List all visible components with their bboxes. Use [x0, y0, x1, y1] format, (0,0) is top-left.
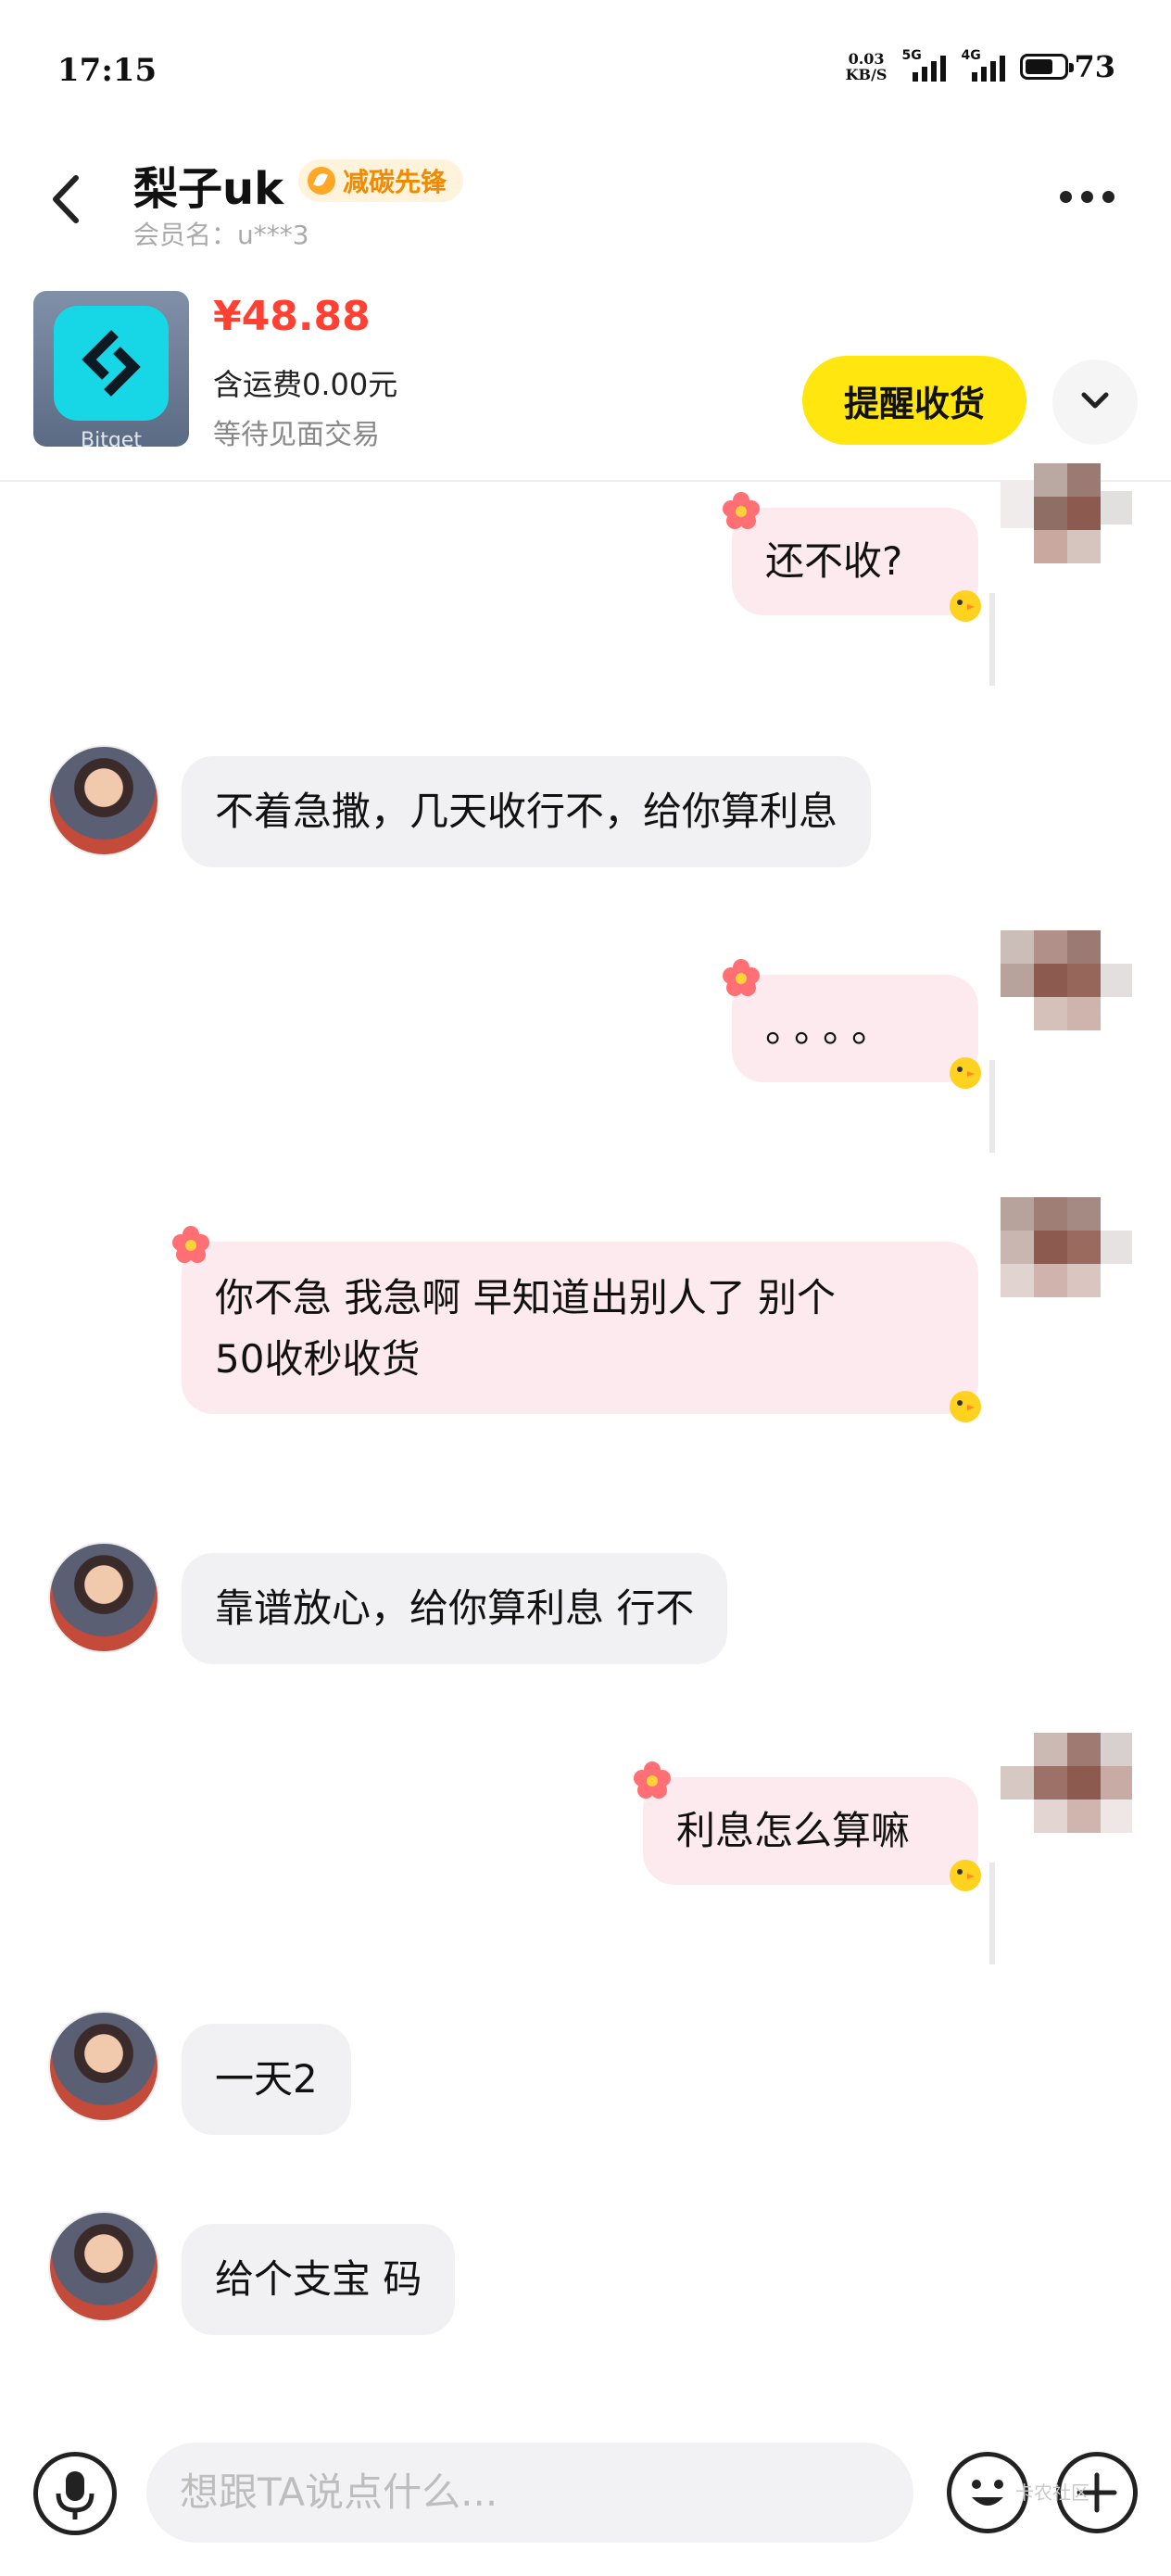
message-text-line: 50收秒收货 [215, 1336, 421, 1382]
message-bubble-mine[interactable]: 还不收? [732, 508, 978, 615]
message-bubble-mine[interactable]: 。。。。 [732, 975, 978, 1082]
my-avatar[interactable] [997, 463, 1136, 602]
chick-icon [945, 1853, 986, 1894]
leaf-icon [308, 167, 335, 195]
shipping-fee: 含运费0.00元 [213, 367, 398, 402]
status-icons: 0.03 KB/S 5G 4G 73 [846, 48, 1115, 85]
member-name: 会员名：u***3 [133, 220, 309, 250]
message-text: 还不收? [765, 538, 903, 584]
chevron-down-icon [1081, 392, 1109, 409]
signal-4g-icon: 4G [961, 48, 1006, 85]
battery-indicator: 73 [1020, 49, 1115, 84]
message-input[interactable]: 想跟TA说点什么... [146, 2443, 913, 2543]
signal-5g-icon: 5G [901, 48, 947, 85]
product-price: ¥48.88 [213, 293, 371, 340]
status-time: 17:15 [57, 52, 157, 89]
message-text: 。。。。 [765, 1005, 900, 1051]
chat-screen: 17:15 0.03 KB/S 5G 4G 73 梨子uk 减碳先锋 会员名：u… [0, 0, 1171, 2576]
thumb-label: Bitget [81, 429, 142, 447]
back-arrow-icon[interactable] [44, 167, 91, 232]
remind-receipt-button[interactable]: 提醒收货 [802, 356, 1026, 445]
my-avatar[interactable] [997, 930, 1136, 1069]
message-bubble-mine[interactable]: 你不急 我急啊 早知道出别人了 别个 50收秒收货 [182, 1242, 978, 1414]
message-bubble-theirs[interactable]: 靠谱放心，给你算利息 行不 [182, 1553, 728, 1664]
eco-badge[interactable]: 减碳先锋 [298, 159, 464, 202]
message-text: 利息怎么算嘛 [676, 1808, 911, 1853]
message-bubble-theirs[interactable]: 一天2 [182, 2024, 351, 2135]
contact-avatar[interactable] [48, 2211, 159, 2322]
badge-label: 减碳先锋 [343, 167, 447, 197]
message-text: 给个支宝 码 [215, 2256, 422, 2302]
chick-icon [945, 1051, 986, 1092]
battery-level: 73 [1074, 49, 1115, 84]
flower-icon [721, 958, 762, 999]
chick-icon [945, 1384, 986, 1425]
input-bar: 想跟TA说点什么... [0, 2428, 1171, 2576]
contact-avatar[interactable] [48, 2011, 159, 2122]
flower-icon [632, 1761, 673, 1801]
flower-icon [721, 491, 762, 532]
chick-icon [945, 584, 986, 625]
watermark: 卡农社区 [1015, 2481, 1089, 2504]
message-text: 一天2 [215, 2056, 318, 2102]
more-icon[interactable] [1060, 185, 1127, 208]
network-speed: 0.03 KB/S [846, 51, 888, 82]
flower-icon [170, 1225, 211, 1266]
contact-avatar[interactable] [48, 1542, 159, 1653]
message-bubble-theirs[interactable]: 给个支宝 码 [182, 2224, 456, 2335]
product-thumbnail[interactable]: Bitget [33, 291, 189, 447]
speed-unit: KB/S [845, 66, 888, 83]
speed-value: 0.03 [848, 50, 885, 68]
expand-button[interactable] [1052, 360, 1138, 445]
message-text-line: 你不急 我急啊 早知道出别人了 别个 [215, 1275, 837, 1320]
my-avatar[interactable] [997, 1197, 1136, 1336]
microphone-icon[interactable] [33, 2452, 117, 2535]
message-bubble-mine[interactable]: 利息怎么算嘛 [643, 1777, 978, 1885]
message-text: 不着急撒，几天收行不，给你算利息 [215, 789, 838, 834]
contact-avatar[interactable] [48, 745, 159, 856]
status-bar: 17:15 0.03 KB/S 5G 4G 73 [0, 0, 1171, 139]
chat-header: 梨子uk 减碳先锋 会员名：u***3 [0, 139, 1171, 278]
product-card[interactable]: Bitget ¥48.88 含运费0.00元 等待见面交易 提醒收货 [0, 278, 1171, 482]
bitget-logo-icon [54, 306, 169, 421]
battery-icon [1020, 54, 1075, 80]
my-avatar[interactable] [997, 1733, 1136, 1872]
message-text: 靠谱放心，给你算利息 行不 [215, 1585, 695, 1631]
order-status: 等待见面交易 [213, 419, 380, 451]
message-bubble-theirs[interactable]: 不着急撒，几天收行不，给你算利息 [182, 756, 872, 867]
contact-name[interactable]: 梨子uk [133, 152, 283, 217]
